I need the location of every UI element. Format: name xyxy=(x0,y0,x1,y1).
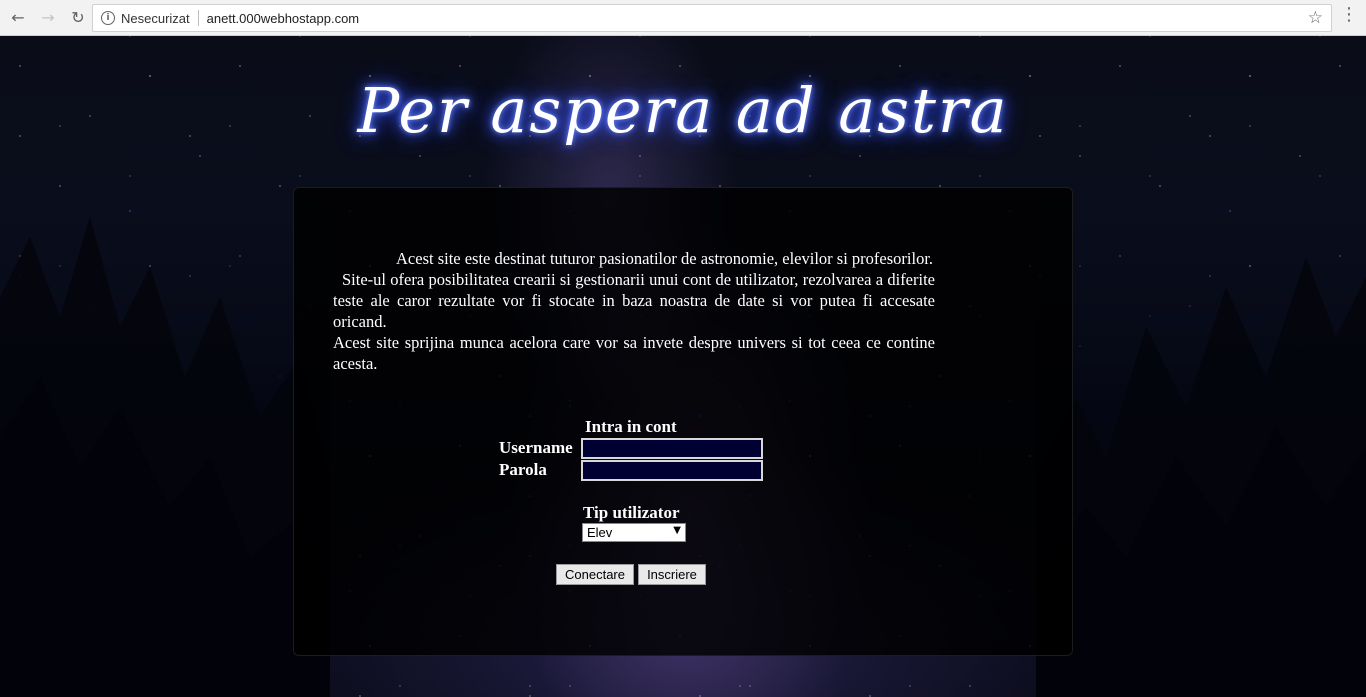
star-icon[interactable]: ☆ xyxy=(1308,8,1323,28)
username-label: Username xyxy=(499,438,573,457)
address-separator xyxy=(197,10,199,26)
url-text[interactable]: anett.000webhostapp.com xyxy=(207,11,360,26)
reload-icon[interactable]: ↻ xyxy=(65,5,91,31)
username-input[interactable] xyxy=(581,438,763,459)
user-type-label: Tip utilizator xyxy=(583,503,680,522)
password-label: Parola xyxy=(499,460,547,479)
kebab-menu-icon[interactable]: ⋮ xyxy=(1340,6,1358,24)
user-type-selected: Elev xyxy=(587,525,613,540)
login-panel: Acest site este destinat tuturor pasiona… xyxy=(293,187,1073,656)
forward-arrow-icon[interactable]: → xyxy=(35,5,61,31)
forest-silhouette-right xyxy=(1036,177,1366,697)
dropdown-arrow-icon: ▼ xyxy=(673,525,681,536)
intro-paragraph: Acest site sprijina munca acelora care v… xyxy=(333,333,935,373)
connect-button[interactable]: Conectare xyxy=(556,564,634,585)
address-bar[interactable]: i Nesecurizat anett.000webhostapp.com ☆ xyxy=(92,4,1332,32)
login-heading: Intra in cont xyxy=(585,417,677,436)
browser-toolbar: ← → ↻ i Nesecurizat anett.000webhostapp.… xyxy=(0,0,1366,36)
info-icon[interactable]: i xyxy=(101,11,115,25)
back-arrow-icon[interactable]: ← xyxy=(5,5,31,31)
forest-silhouette-left xyxy=(0,177,330,697)
user-type-select[interactable]: Elev ▼ xyxy=(582,523,686,542)
register-button[interactable]: Inscriere xyxy=(638,564,706,585)
security-label[interactable]: Nesecurizat xyxy=(121,11,190,26)
intro-text: Acest site este destinat tuturor pasiona… xyxy=(333,248,935,374)
page-title: Per aspera ad astra xyxy=(357,74,1009,147)
password-input[interactable] xyxy=(581,460,763,481)
intro-paragraph: Site-ul ofera posibilitatea crearii si g… xyxy=(333,270,935,331)
page-background: Per aspera ad astra Acest site este dest… xyxy=(0,36,1366,697)
intro-paragraph: Acest site este destinat tuturor pasiona… xyxy=(396,249,934,268)
